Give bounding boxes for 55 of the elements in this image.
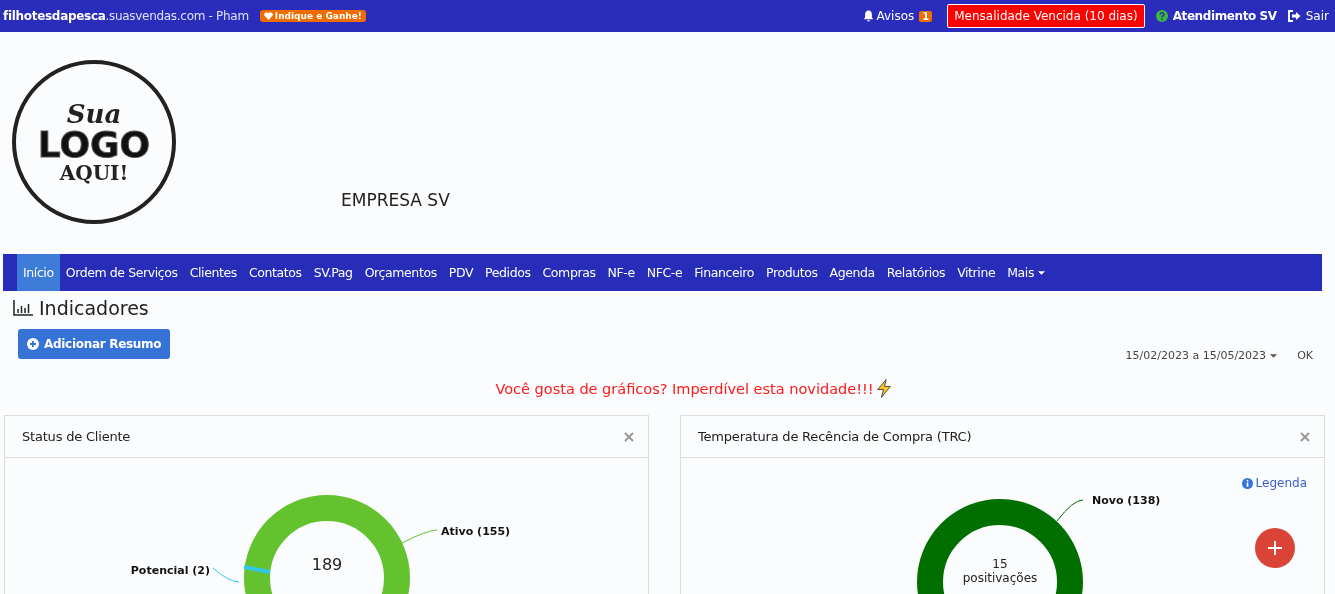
nav-item[interactable]: PDV (442, 254, 480, 291)
slice-label: Novo (138) (1092, 494, 1161, 507)
card-title: Temperatura de Recência de Compra (TRC) (698, 429, 972, 444)
nav-item[interactable]: Contatos (242, 254, 308, 291)
nav-item[interactable]: NF-e (601, 254, 641, 291)
info-icon (1241, 477, 1253, 489)
nav-item[interactable]: Orçamentos (358, 254, 443, 291)
logo: Sua LOGO AQUI! (12, 60, 176, 224)
heart-icon (263, 12, 273, 20)
center-label: 15 (992, 557, 1008, 571)
page-title: Indicadores (39, 297, 149, 319)
card-title: Status de Cliente (22, 429, 131, 444)
help-icon (1155, 10, 1168, 22)
notices-link[interactable]: Avisos (862, 9, 915, 23)
promo-text[interactable]: Você gosta de gráficos? Imperdível esta novidade!!! (495, 380, 874, 397)
logout-icon (1287, 10, 1301, 22)
caret-icon (1270, 353, 1278, 358)
leader-line (1056, 499, 1084, 522)
nav-item[interactable]: Pedidos (479, 254, 537, 291)
nav-item[interactable]: Início (17, 254, 60, 291)
nav-item[interactable]: Clientes (183, 254, 243, 291)
close-icon[interactable] (624, 431, 634, 442)
nav-item[interactable]: Mais (1001, 254, 1052, 291)
bar-chart-icon (13, 300, 33, 316)
nav-item[interactable]: NFC-e (640, 254, 689, 291)
nav-item[interactable]: Agenda (823, 254, 881, 291)
center-label: 189 (311, 555, 343, 574)
lightning-icon (875, 379, 892, 398)
date-range-dropdown[interactable]: 15/02/2023 a 15/05/2023 (1125, 349, 1278, 362)
plus-circle-icon (27, 338, 39, 350)
bell-icon (862, 10, 874, 22)
add-summary-button[interactable]: Adicionar Resumo (18, 329, 171, 359)
notice-count: 1 (919, 10, 933, 22)
company-name: EMPRESA SV (341, 190, 450, 210)
ok-button[interactable]: OK (1297, 349, 1313, 362)
center-label: positivações (962, 571, 1038, 585)
nav-item[interactable]: Produtos (760, 254, 824, 291)
nav-item[interactable]: Compras (536, 254, 602, 291)
close-icon[interactable] (1300, 431, 1310, 442)
slice-label: Potencial (2) (130, 564, 210, 577)
overdue-alert[interactable]: Mensalidade Vencida (10 dias) (947, 4, 1145, 28)
nav-item[interactable]: Relatórios (880, 254, 952, 291)
logout-link[interactable]: Sair (1305, 9, 1329, 23)
nav-item[interactable]: Ordem de Serviços (59, 254, 184, 291)
plus-icon (1267, 540, 1283, 556)
slice-label: Ativo (155) (441, 525, 511, 538)
nav-item[interactable]: Vitrine (951, 254, 1002, 291)
leader-line (399, 529, 438, 545)
caret-icon (1038, 270, 1046, 275)
site-domain: filhotesdapesca.suasvendas.com - Pham (3, 9, 249, 23)
support-link[interactable]: Atendimento SV (1172, 9, 1277, 23)
nav-item[interactable]: Financeiro (688, 254, 760, 291)
nav-item[interactable]: SV.Pag (307, 254, 359, 291)
leader-line (212, 567, 240, 583)
legend-link[interactable]: Legenda (1241, 476, 1307, 490)
